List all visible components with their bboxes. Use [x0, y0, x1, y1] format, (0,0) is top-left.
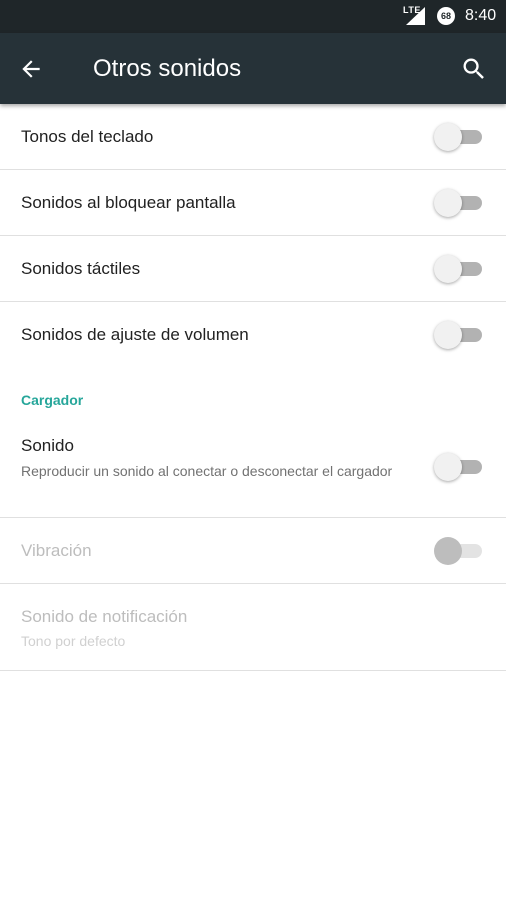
setting-label: Sonidos al bloquear pantalla	[21, 193, 236, 212]
switch-thumb	[434, 537, 462, 565]
status-clock: 8:40	[465, 7, 497, 24]
setting-label: Tonos del teclado	[21, 127, 154, 146]
switch-thumb	[434, 255, 462, 283]
vibracion-switch	[434, 537, 484, 565]
bloquear-pantalla-switch[interactable]	[434, 189, 484, 217]
switch-thumb	[434, 189, 462, 217]
switch-thumb	[434, 453, 462, 481]
section-header-cargador: Cargador	[0, 368, 506, 411]
battery-level: 68	[440, 11, 451, 21]
setting-row-tonos-teclado[interactable]: Tonos del teclado	[0, 104, 506, 170]
setting-row-bloquear-pantalla[interactable]: Sonidos al bloquear pantalla	[0, 170, 506, 236]
signal-strength-icon	[406, 7, 425, 25]
setting-label: Vibración	[21, 541, 92, 560]
cargador-sonido-switch[interactable]	[434, 453, 484, 481]
status-bar: LTE 68 8:40	[0, 0, 506, 33]
sonidos-tactiles-switch[interactable]	[434, 255, 484, 283]
tonos-teclado-switch[interactable]	[434, 123, 484, 151]
app-bar: Otros sonidos	[0, 33, 506, 104]
setting-label: Sonidos de ajuste de volumen	[21, 325, 249, 344]
setting-label: Sonidos táctiles	[21, 259, 141, 278]
setting-summary: Tono por defecto	[21, 633, 126, 649]
setting-row-cargador-sonido[interactable]: Sonido Reproducir un sonido al conectar …	[0, 411, 506, 518]
section-header-text: Cargador	[21, 392, 84, 408]
settings-list: Tonos del teclado Sonidos al bloquear pa…	[0, 104, 506, 671]
setting-row-sonido-notificacion: Sonido de notificación Tono por defecto	[0, 584, 506, 671]
setting-row-ajuste-volumen[interactable]: Sonidos de ajuste de volumen	[0, 302, 506, 368]
setting-row-sonidos-tactiles[interactable]: Sonidos táctiles	[0, 236, 506, 302]
setting-label: Sonido de notificación	[21, 607, 188, 626]
switch-thumb	[434, 123, 462, 151]
setting-summary: Reproducir un sonido al conectar o desco…	[21, 463, 393, 479]
back-arrow-icon[interactable]	[18, 56, 44, 82]
search-icon[interactable]	[460, 55, 488, 83]
page-title: Otros sonidos	[93, 55, 242, 82]
setting-label: Sonido	[21, 436, 74, 455]
setting-row-vibracion: Vibración	[0, 518, 506, 584]
ajuste-volumen-switch[interactable]	[434, 321, 484, 349]
switch-thumb	[434, 321, 462, 349]
